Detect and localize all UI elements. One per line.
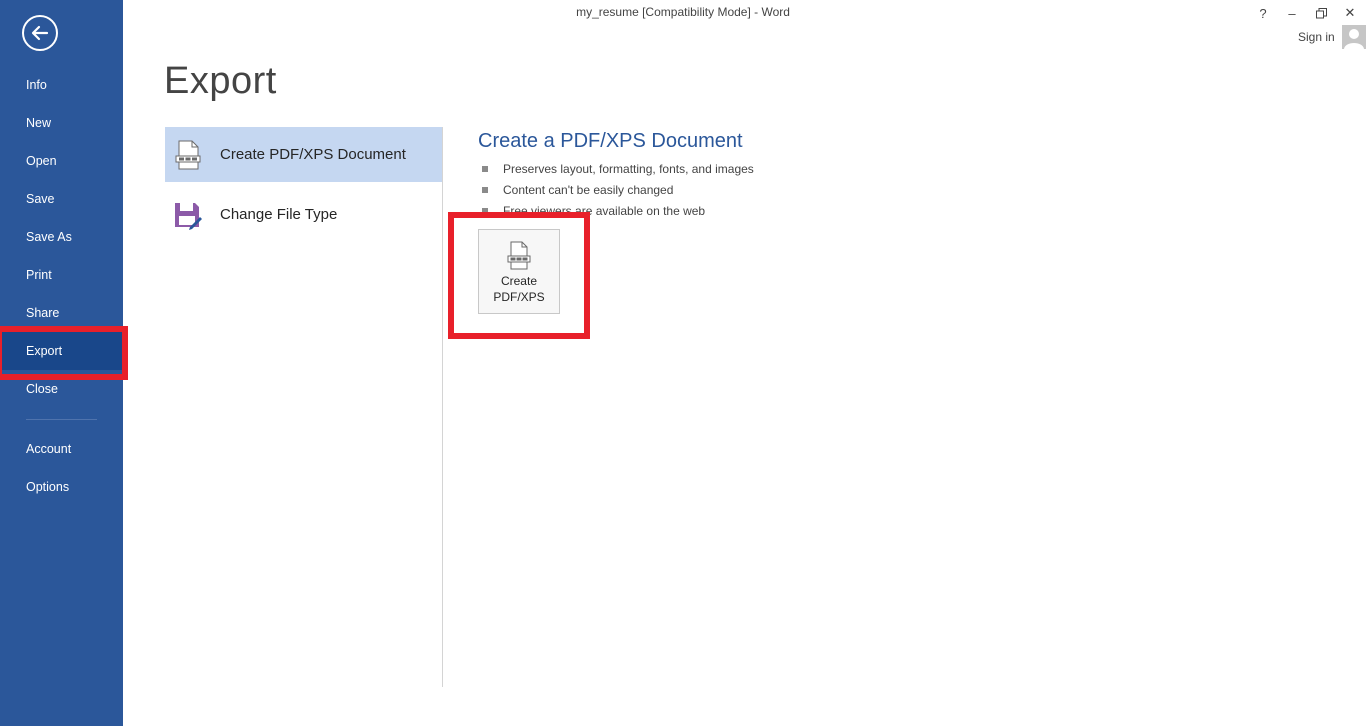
feature-list: Preserves layout, formatting, fonts, and… [482,158,754,221]
restore-icon [1315,7,1327,18]
panel-divider [442,127,443,687]
bullet-square-icon [482,165,488,172]
nav-separator [26,419,97,420]
create-pdf-xps-button[interactable]: Create PDF/XPS [478,229,560,314]
pdf-document-icon [507,241,531,270]
sign-in-link[interactable]: Sign in [1298,30,1335,44]
close-window-button[interactable]: ✕ [1338,2,1362,24]
nav-item-save[interactable]: Save [0,180,123,218]
back-button[interactable] [22,15,58,51]
list-item-text: Content can't be easily changed [503,182,674,197]
list-item-text: Free viewers are available on the web [503,203,706,218]
option-create-pdf-xps[interactable]: Create PDF/XPS Document [165,127,442,182]
detail-title: Create a PDF/XPS Document [478,130,743,152]
help-button[interactable]: ? [1251,2,1275,24]
nav-item-open[interactable]: Open [0,142,123,180]
nav-item-options[interactable]: Options [0,468,123,506]
nav-item-info[interactable]: Info [0,66,123,104]
restore-button[interactable] [1309,2,1333,24]
backstage-sidebar: Info New Open Save Save As Print Share E… [0,0,123,726]
nav-item-account[interactable]: Account [0,430,123,468]
option-change-file-type[interactable]: Change File Type [165,187,442,242]
option-label: Change File Type [220,206,338,223]
back-arrow-icon [31,25,49,41]
pdf-document-icon [175,140,201,169]
window-title: my_resume [Compatibility Mode] - Word [576,5,790,19]
nav-item-save-as[interactable]: Save As [0,218,123,256]
nav-item-new[interactable]: New [0,104,123,142]
list-item: Free viewers are available on the web [482,200,754,221]
minimize-button[interactable]: – [1280,2,1304,24]
page-title: Export [164,60,277,102]
nav-item-close[interactable]: Close [0,370,123,408]
create-button-label: Create PDF/XPS [493,273,544,305]
list-item-text: Preserves layout, formatting, fonts, and… [503,161,754,176]
option-label: Create PDF/XPS Document [220,146,406,163]
create-button-line-1: Create [500,274,537,288]
create-button-line-2: PDF/XPS [493,290,545,304]
user-silhouette-icon [1342,25,1366,49]
save-file-type-icon [175,202,202,230]
list-item: Preserves layout, formatting, fonts, and… [482,158,754,179]
bullet-square-icon [482,207,488,214]
nav-item-print[interactable]: Print [0,256,123,294]
avatar[interactable] [1342,25,1366,49]
word-backstage: Info New Open Save Save As Print Share E… [0,0,1366,726]
list-item: Content can't be easily changed [482,179,754,200]
nav-item-share[interactable]: Share [0,294,123,332]
bullet-square-icon [482,186,488,193]
nav-item-export[interactable]: Export [0,332,123,370]
